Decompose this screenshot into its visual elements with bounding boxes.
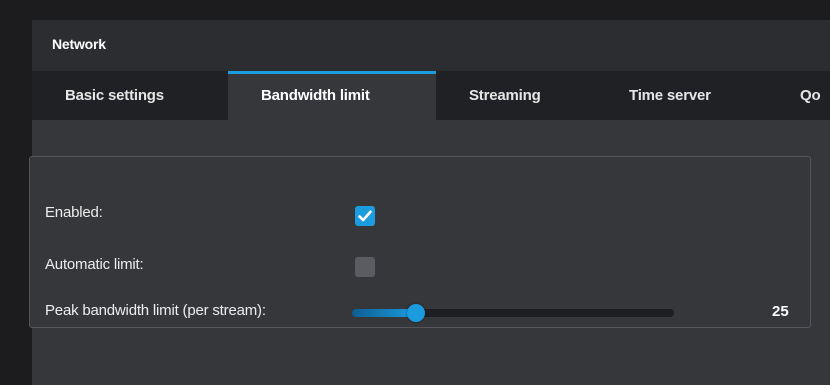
automatic-limit-checkbox[interactable] xyxy=(355,257,375,277)
panel-header: Network xyxy=(32,20,830,71)
peak-bandwidth-label: Peak bandwidth limit (per stream): xyxy=(45,302,266,319)
enabled-label: Enabled: xyxy=(45,204,103,221)
tab-qos-label: Qo xyxy=(800,87,821,104)
top-strip xyxy=(0,0,830,20)
tab-streaming[interactable]: Streaming xyxy=(436,71,596,120)
automatic-limit-label: Automatic limit: xyxy=(45,256,144,273)
bandwidth-settings-box: Enabled: Automatic limit: Peak bandwidth… xyxy=(29,156,811,328)
tab-bandwidth-limit[interactable]: Bandwidth limit xyxy=(228,71,436,120)
panel-title: Network xyxy=(52,36,106,52)
tab-streaming-label: Streaming xyxy=(469,87,541,104)
tab-qos[interactable]: Qo xyxy=(756,71,830,120)
tab-bandwidth-limit-label: Bandwidth limit xyxy=(261,87,370,104)
peak-bandwidth-slider[interactable] xyxy=(352,303,674,323)
left-strip xyxy=(0,0,32,385)
tab-bar: Basic settings Bandwidth limit Streaming… xyxy=(32,71,830,120)
tab-time-server[interactable]: Time server xyxy=(596,71,756,120)
checkmark-icon xyxy=(358,210,372,222)
tab-basic-settings[interactable]: Basic settings xyxy=(32,71,227,120)
tab-time-server-label: Time server xyxy=(629,87,711,104)
enabled-checkbox[interactable] xyxy=(355,206,375,226)
tab-basic-settings-label: Basic settings xyxy=(65,87,164,104)
slider-thumb[interactable] xyxy=(407,304,425,322)
app-window: Network Basic settings Bandwidth limit S… xyxy=(0,0,830,385)
peak-bandwidth-value: 25 xyxy=(772,303,789,320)
